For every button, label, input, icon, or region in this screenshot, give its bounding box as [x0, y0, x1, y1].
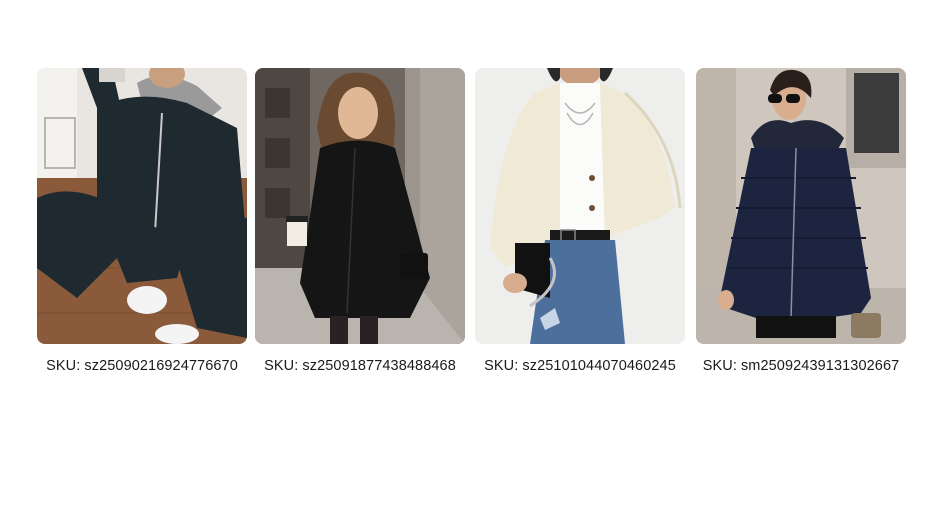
sku-label: SKU: sz25090216924776670	[27, 358, 257, 374]
product-photo-puffer-jacket	[696, 68, 906, 344]
sku-value: sz25090216924776670	[84, 358, 238, 374]
sku-prefix: SKU:	[702, 358, 737, 374]
sku-prefix: SKU:	[46, 358, 81, 374]
sku-value: sz25091877438488468	[302, 358, 456, 374]
sku-prefix: SKU:	[264, 358, 299, 374]
sku-label: SKU: sm25092439131302667	[686, 358, 916, 374]
sku-value: sz25101044070460245	[522, 358, 676, 374]
product-grid: SKU: sz25090216924776670 SKU: sz25091877…	[0, 0, 942, 532]
sku-label: SKU: sz25101044070460245	[465, 358, 695, 374]
sku-value: sm25092439131302667	[740, 358, 900, 374]
product-card[interactable]: SKU: sz25101044070460245	[475, 68, 685, 374]
sku-label: SKU: sz25091877438488468	[245, 358, 475, 374]
product-card[interactable]: SKU: sz25090216924776670	[37, 68, 247, 374]
product-image[interactable]	[475, 68, 685, 344]
product-photo-fleece-jacket	[475, 68, 685, 344]
product-photo-parka	[255, 68, 465, 344]
product-image[interactable]	[255, 68, 465, 344]
product-image[interactable]	[696, 68, 906, 344]
product-card[interactable]: SKU: sm25092439131302667	[696, 68, 906, 374]
product-image[interactable]	[37, 68, 247, 344]
sku-prefix: SKU:	[484, 358, 519, 374]
product-photo-sweatsuit	[37, 68, 247, 344]
product-card[interactable]: SKU: sz25091877438488468	[255, 68, 465, 374]
